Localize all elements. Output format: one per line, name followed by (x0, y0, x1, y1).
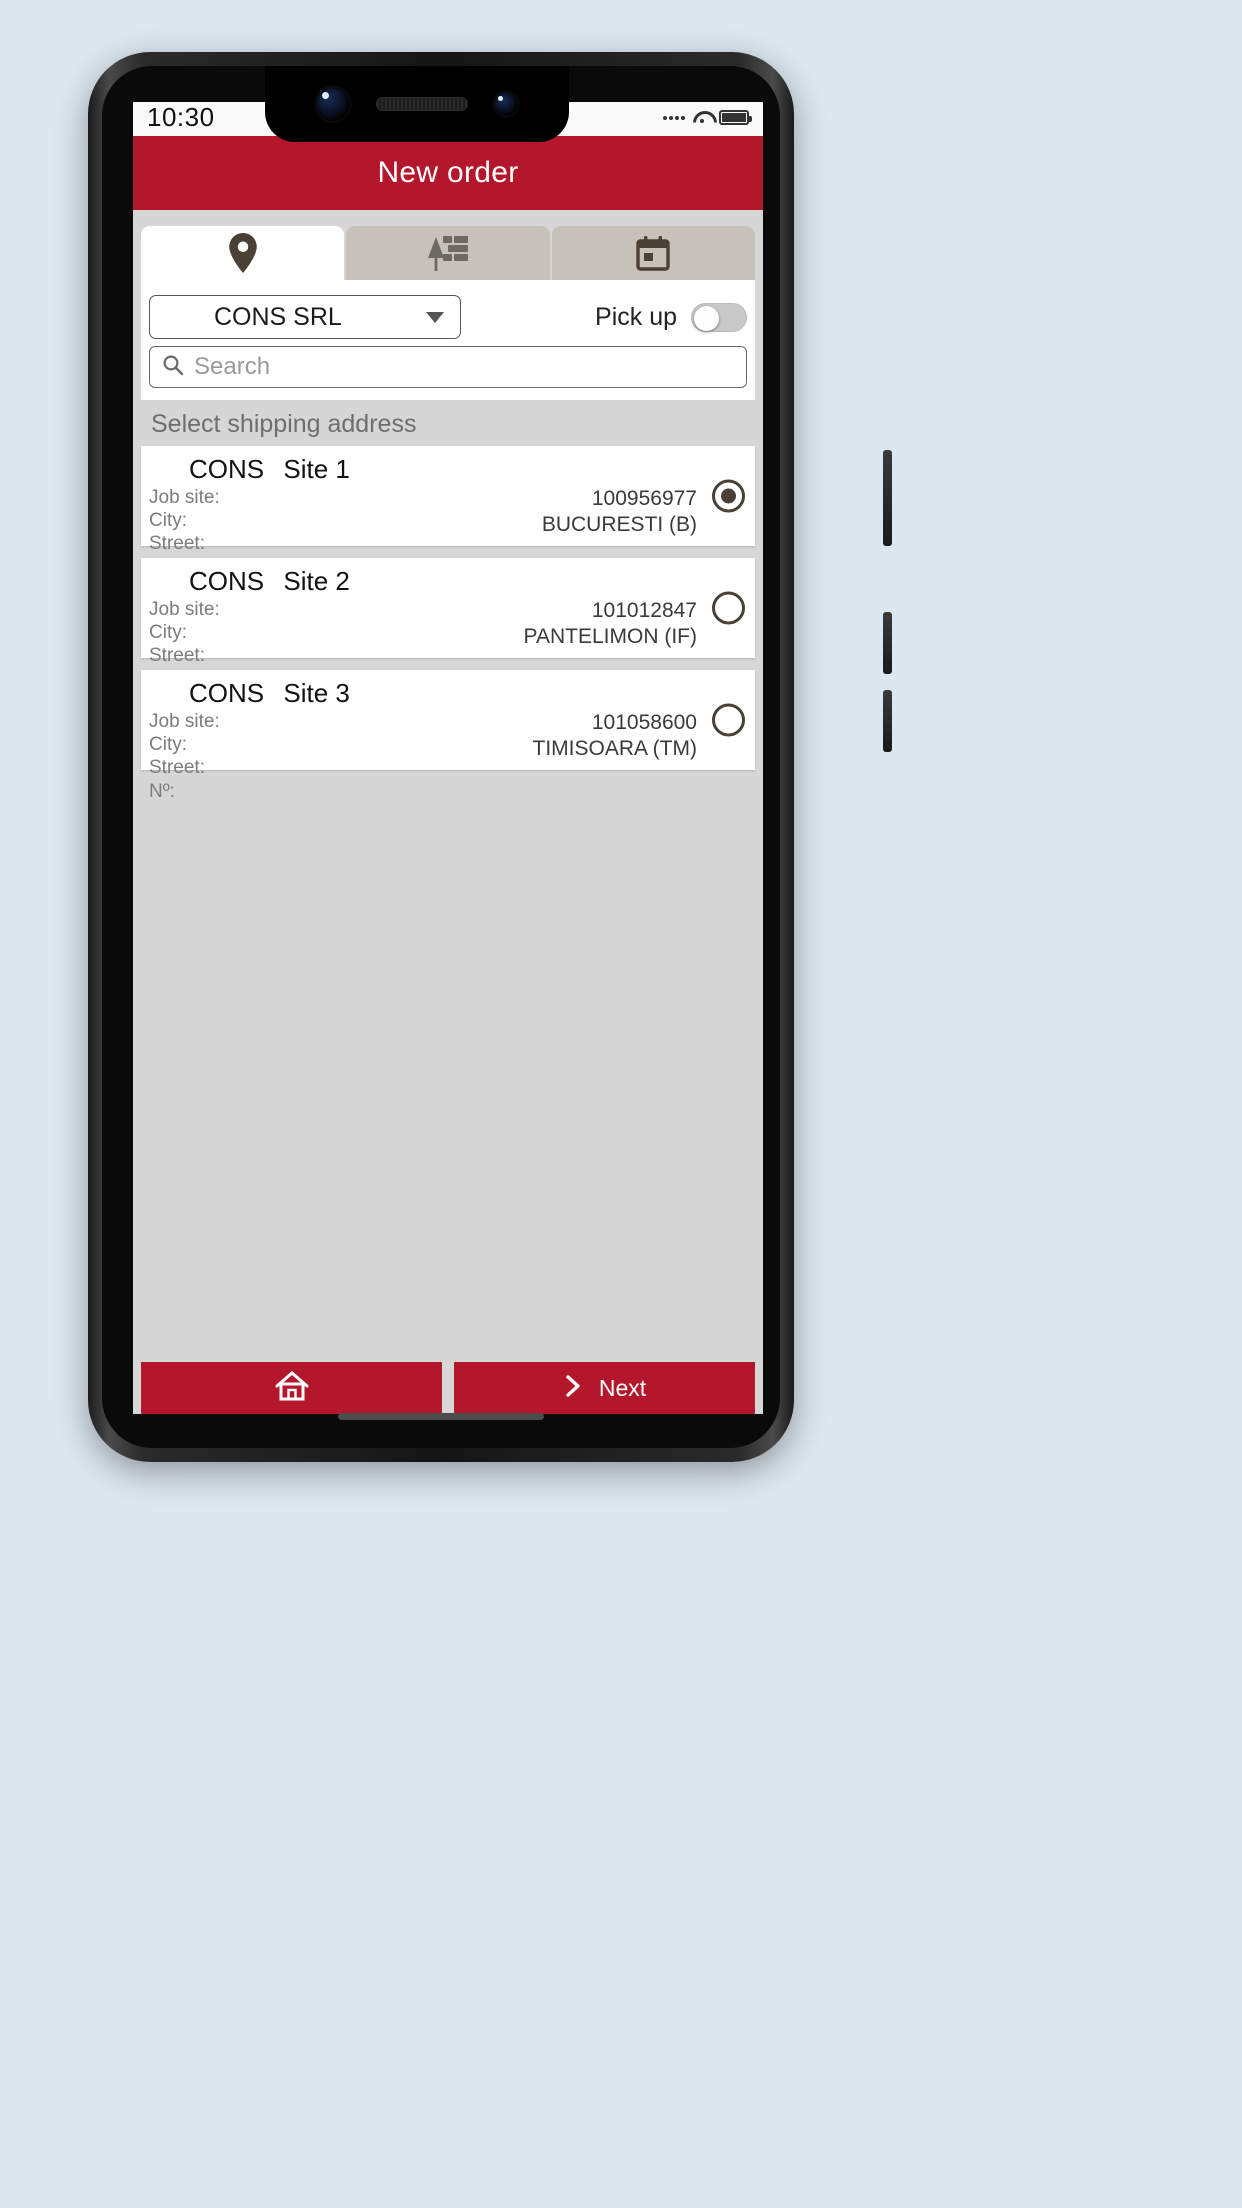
map-pin-icon (227, 233, 259, 273)
label-number: Nº: (149, 780, 175, 802)
volume-up-button[interactable] (883, 612, 892, 674)
brick-wall-icon (426, 233, 470, 273)
value-job-site: 101012847 (591, 599, 697, 622)
card-title: CONS Site 2 (189, 566, 350, 597)
pickup-label: Pick up (595, 302, 677, 331)
radio-button[interactable] (712, 703, 745, 737)
secondary-camera-icon (494, 92, 518, 116)
device-notch (265, 66, 569, 142)
value-job-site: 101058600 (591, 711, 697, 734)
card-field-values: 101012847 PANTELIMON (IF) (524, 598, 697, 649)
value-city: BUCURESTI (B) (541, 512, 697, 536)
next-button-label: Next (598, 1374, 647, 1401)
label-street: Street: (149, 757, 205, 779)
card-field-values: 101058600 TIMISOARA (TM) (533, 710, 698, 761)
tab-bar (133, 226, 763, 280)
status-bar-icons (663, 110, 752, 125)
radio-button[interactable] (712, 479, 745, 513)
home-icon (275, 1371, 309, 1406)
label-street: Street: (149, 645, 205, 667)
status-bar-clock: 10:30 (147, 102, 215, 132)
page-title: New order (377, 156, 519, 189)
pickup-control[interactable]: Pick up (595, 302, 747, 332)
card-site: Site 1 (283, 454, 350, 484)
card-title: CONS Site 3 (189, 678, 350, 709)
label-city: City: (149, 510, 187, 532)
phone-bezel: 10:30 New order CONS SRL Pick up Search … (102, 66, 780, 1448)
section-title: Select shipping address (141, 400, 755, 448)
tab-delivery-address[interactable] (141, 226, 345, 280)
label-street: Street: (149, 533, 205, 555)
gesture-navigation-bar[interactable] (338, 1413, 544, 1420)
value-city: PANTELIMON (IF) (523, 624, 697, 648)
label-city: City: (149, 622, 187, 644)
search-icon (162, 354, 184, 381)
card-site: Site 2 (283, 566, 350, 596)
app-header-bar: New order (133, 136, 763, 210)
table-row[interactable]: CONS Site 1 Job site: City: Street: Nº: … (141, 446, 755, 578)
battery-icon (719, 110, 752, 125)
card-company: CONS (189, 566, 265, 596)
label-city: City: (149, 734, 187, 756)
home-button[interactable] (141, 1362, 442, 1414)
chevron-right-icon (563, 1374, 583, 1403)
shipping-address-list: CONS Site 1 Job site: City: Street: Nº: … (141, 446, 755, 802)
company-dropdown-value: CONS SRL (214, 302, 342, 331)
pickup-toggle-knob (694, 305, 719, 331)
card-field-values: 100956977 BUCURESTI (B) (542, 486, 697, 537)
wifi-icon (693, 111, 711, 124)
card-title: CONS Site 1 (189, 454, 350, 485)
table-row[interactable]: CONS Site 3 Job site: City: Street: Nº: … (141, 670, 755, 802)
bottom-action-bar: Next (141, 1362, 755, 1414)
value-job-site: 100956977 (591, 487, 697, 510)
filters-panel: CONS SRL Pick up Search (141, 280, 755, 400)
label-job-site: Job site: (149, 487, 220, 508)
pickup-toggle[interactable] (691, 302, 747, 332)
power-button[interactable] (883, 450, 892, 546)
earpiece-speaker (376, 97, 468, 111)
card-company: CONS (189, 678, 265, 708)
label-job-site: Job site: (149, 711, 220, 732)
front-camera-icon (316, 87, 350, 121)
value-city: TIMISOARA (TM) (532, 736, 698, 760)
radio-button[interactable] (712, 591, 745, 625)
volume-down-button[interactable] (883, 690, 892, 752)
company-row: CONS SRL Pick up (149, 294, 747, 340)
card-field-labels: Job site: City: Street: Nº: (149, 710, 220, 803)
signal-dots-icon (663, 115, 685, 120)
chevron-down-icon (426, 311, 444, 323)
table-row[interactable]: CONS Site 2 Job site: City: Street: Nº: … (141, 558, 755, 690)
phone-device-frame: 10:30 New order CONS SRL Pick up Search … (88, 52, 892, 1462)
app-screen: 10:30 New order CONS SRL Pick up Search … (133, 102, 763, 1414)
tab-products[interactable] (346, 226, 550, 280)
next-button[interactable]: Next (454, 1362, 755, 1414)
search-input[interactable]: Search (149, 346, 747, 388)
label-job-site: Job site: (149, 599, 220, 620)
card-company: CONS (189, 454, 265, 484)
calendar-icon (635, 235, 671, 271)
search-placeholder: Search (194, 353, 271, 380)
company-dropdown[interactable]: CONS SRL (149, 295, 461, 339)
tab-date[interactable] (551, 226, 755, 280)
card-site: Site 3 (283, 678, 350, 708)
